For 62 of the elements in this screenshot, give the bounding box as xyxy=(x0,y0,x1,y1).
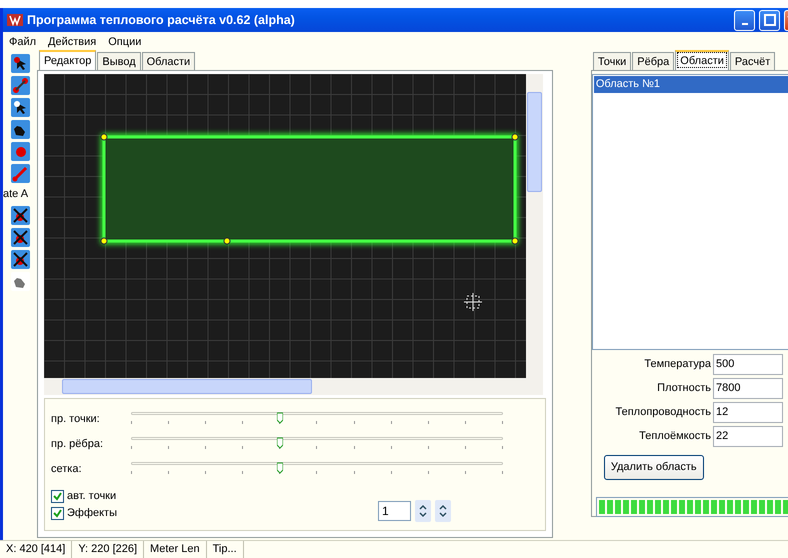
spin-button[interactable] xyxy=(435,500,451,522)
vertex-point[interactable] xyxy=(512,134,518,140)
tab[interactable]: Точки xyxy=(592,52,632,70)
cross-node-icon[interactable] xyxy=(10,228,30,246)
minimize-icon xyxy=(742,22,748,25)
tab[interactable]: Расчёт xyxy=(730,52,776,70)
property-field[interactable]: 7800 xyxy=(713,378,783,398)
vertex-point[interactable] xyxy=(512,238,518,244)
cross-node-icon[interactable] xyxy=(10,250,30,268)
menu-item[interactable]: Опции xyxy=(108,34,142,48)
tab[interactable]: Вывод xyxy=(97,52,141,70)
slider-thumb[interactable] xyxy=(276,435,283,447)
checkbox-label: Эффекты xyxy=(67,506,118,522)
slider-thumb[interactable] xyxy=(276,460,283,472)
maximize-icon xyxy=(764,14,776,26)
status-text: Y: 220 [226] xyxy=(72,541,144,558)
tab[interactable]: Рёбра xyxy=(632,52,674,70)
window-title: Программа теплового расчёта v0.62 (alpha) xyxy=(27,12,295,29)
vertical-scrollbar[interactable] xyxy=(526,74,543,378)
tab[interactable]: Области xyxy=(675,50,729,70)
property-field[interactable]: 12 xyxy=(713,402,783,422)
vertex-point[interactable] xyxy=(224,238,230,244)
point-icon[interactable] xyxy=(10,142,30,161)
slider-label: пр. точки: xyxy=(51,412,101,427)
number-field[interactable]: 1 xyxy=(378,501,411,521)
status-text: X: 420 [414] xyxy=(0,541,72,558)
up-down-arrows-icon xyxy=(418,502,428,520)
checkbox[interactable] xyxy=(51,507,64,520)
status-text: Meter Len xyxy=(144,541,207,558)
property-label: Плотность xyxy=(657,380,711,396)
status-text: Tip... xyxy=(206,541,244,558)
property-field[interactable]: 500 xyxy=(713,354,783,374)
property-field[interactable]: 22 xyxy=(713,426,783,446)
maximize-button[interactable] xyxy=(759,10,780,30)
region-shape[interactable] xyxy=(101,134,518,244)
vertex-point[interactable] xyxy=(100,134,108,140)
slider-label: сетка: xyxy=(51,462,83,477)
editor-canvas[interactable] xyxy=(44,74,526,378)
cut-tool-label: ate A xyxy=(3,187,30,202)
menu-item[interactable]: Файл xyxy=(9,34,36,48)
property-label: Теплопроводность xyxy=(615,404,711,420)
horizontal-scrollbar[interactable] xyxy=(44,378,543,395)
tab[interactable]: Области xyxy=(142,52,196,70)
property-label: Температура xyxy=(644,356,711,372)
edge-tool-icon[interactable] xyxy=(10,164,30,183)
slider-thumb[interactable] xyxy=(276,410,283,422)
checkbox[interactable] xyxy=(51,490,64,503)
checkbox-label: авт. точки xyxy=(67,489,116,504)
vertex-point[interactable] xyxy=(100,238,108,244)
list-item[interactable]: Область №1 xyxy=(594,76,788,92)
app-icon xyxy=(7,13,23,27)
delete-region-button[interactable]: Удалить область xyxy=(604,455,704,480)
menu-item[interactable]: Действия xyxy=(48,34,96,48)
up-down-arrows-icon xyxy=(438,502,448,520)
tab[interactable]: Редактор xyxy=(39,50,96,70)
property-label: Теплоёмкость xyxy=(639,428,711,444)
minimize-button[interactable] xyxy=(734,10,755,30)
crosshair-icon xyxy=(464,292,482,312)
slider-label: пр. рёбра: xyxy=(51,436,104,452)
cross-node-icon[interactable] xyxy=(10,206,30,224)
node-link-icon[interactable] xyxy=(10,76,30,95)
spin-button[interactable] xyxy=(415,500,431,522)
